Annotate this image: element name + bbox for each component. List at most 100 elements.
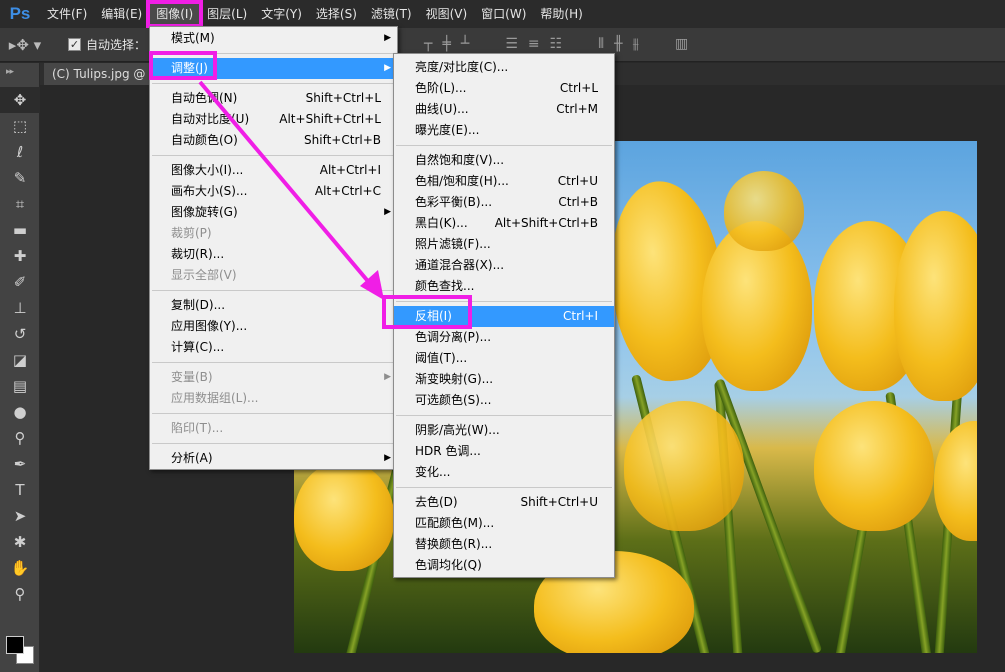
gradient-tool-icon[interactable]: ▤ bbox=[0, 373, 40, 399]
distribute-left-icon[interactable]: ⫴ bbox=[598, 36, 604, 52]
shape-tool-icon[interactable]: ✱ bbox=[0, 529, 40, 555]
menu-item-auto-tone[interactable]: 自动色调(N) Shift+Ctrl+L bbox=[150, 88, 397, 109]
annotation-box-adjustments bbox=[149, 51, 217, 80]
menu-item-vibrance[interactable]: 自然饱和度(V)... bbox=[394, 150, 614, 171]
menu-separator bbox=[152, 155, 395, 156]
menu-item-channel-mixer[interactable]: 通道混合器(X)... bbox=[394, 255, 614, 276]
menu-file[interactable]: 文件(F) bbox=[40, 3, 94, 25]
document-tab[interactable]: (C) Tulips.jpg @ 6 bbox=[44, 63, 154, 85]
move-tool-preset-icon[interactable]: ▸✥ ▾ bbox=[0, 36, 50, 54]
quick-select-tool-icon[interactable]: ✎ bbox=[0, 165, 40, 191]
menu-select[interactable]: 选择(S) bbox=[309, 3, 364, 25]
submenu-arrow-icon: ▶ bbox=[384, 33, 391, 43]
menu-item-color-lookup[interactable]: 颜色查找... bbox=[394, 276, 614, 297]
menu-separator bbox=[396, 415, 612, 416]
menu-item-hue-saturation[interactable]: 色相/饱和度(H)... Ctrl+U bbox=[394, 171, 614, 192]
menu-edit[interactable]: 编辑(E) bbox=[94, 3, 149, 25]
menu-item-analysis[interactable]: 分析(A) ▶ bbox=[150, 448, 397, 469]
menu-item-hdr-toning[interactable]: HDR 色调... bbox=[394, 441, 614, 462]
menu-filter[interactable]: 滤镜(T) bbox=[364, 3, 419, 25]
tulip-flower bbox=[624, 401, 744, 531]
tulip-flower bbox=[814, 401, 934, 531]
tulip-flower bbox=[724, 171, 804, 251]
distribute-hcenter-icon[interactable]: ╫ bbox=[614, 36, 622, 52]
menu-item-mode[interactable]: 模式(M) ▶ bbox=[150, 28, 397, 49]
annotation-box-invert bbox=[382, 295, 472, 329]
menu-item-selective-color[interactable]: 可选颜色(S)... bbox=[394, 390, 614, 411]
distribute-right-icon[interactable]: ⫵ bbox=[633, 36, 639, 52]
menu-item-auto-color[interactable]: 自动颜色(O) Shift+Ctrl+B bbox=[150, 130, 397, 151]
distribute-top-icon[interactable]: ☰ bbox=[505, 36, 518, 52]
hand-tool-icon[interactable]: ✋ bbox=[0, 555, 40, 581]
menu-window[interactable]: 窗口(W) bbox=[474, 3, 533, 25]
menu-help[interactable]: 帮助(H) bbox=[533, 3, 589, 25]
photoshop-logo: Ps bbox=[9, 4, 31, 23]
menu-item-equalize[interactable]: 色调均化(Q) bbox=[394, 555, 614, 576]
history-brush-icon[interactable]: ↺ bbox=[0, 321, 40, 347]
crop-tool-icon[interactable]: ⌗ bbox=[0, 191, 40, 217]
align-vcenter-icon[interactable]: ╪ bbox=[442, 36, 450, 52]
menu-item-auto-contrast[interactable]: 自动对比度(U) Alt+Shift+Ctrl+L bbox=[150, 109, 397, 130]
distribute-bottom-icon[interactable]: ☷ bbox=[550, 36, 563, 52]
move-tool-icon[interactable]: ✥ bbox=[0, 87, 40, 113]
menu-item-posterize[interactable]: 色调分离(P)... bbox=[394, 327, 614, 348]
pen-tool-icon[interactable]: ✒ bbox=[0, 451, 40, 477]
zoom-tool-icon[interactable]: ⚲ bbox=[0, 581, 40, 607]
menu-item-duplicate[interactable]: 复制(D)... bbox=[150, 295, 397, 316]
menu-item-threshold[interactable]: 阈值(T)... bbox=[394, 348, 614, 369]
ruler-tool-icon[interactable]: ▬ bbox=[0, 217, 40, 243]
align-top-icon[interactable]: ┬ bbox=[424, 36, 432, 52]
menu-item-color-balance[interactable]: 色彩平衡(B)... Ctrl+B bbox=[394, 192, 614, 213]
foreground-color-swatch[interactable] bbox=[6, 636, 24, 654]
submenu-arrow-icon: ▶ bbox=[384, 207, 391, 217]
menu-item-desaturate[interactable]: 去色(D) Shift+Ctrl+U bbox=[394, 492, 614, 513]
path-select-tool-icon[interactable]: ➤ bbox=[0, 503, 40, 529]
tulip-flower bbox=[294, 461, 394, 571]
menu-item-trim[interactable]: 裁切(R)... bbox=[150, 244, 397, 265]
menu-layer[interactable]: 图层(L) bbox=[200, 3, 254, 25]
menu-separator bbox=[152, 443, 395, 444]
image-menu: 模式(M) ▶ 调整(J) ▶ 自动色调(N) Shift+Ctrl+L 自动对比度(… bbox=[149, 26, 398, 470]
menu-image[interactable]: 图像(I) bbox=[146, 0, 204, 28]
menu-item-levels[interactable]: 色阶(L)... Ctrl+L bbox=[394, 78, 614, 99]
menu-item-variations[interactable]: 变化... bbox=[394, 462, 614, 483]
align-bottom-icon[interactable]: ┴ bbox=[461, 36, 469, 52]
menu-item-exposure[interactable]: 曝光度(E)... bbox=[394, 120, 614, 141]
menu-item-apply-data-set: 应用数据组(L)... bbox=[171, 391, 259, 405]
submenu-arrow-icon: ▶ bbox=[384, 372, 391, 382]
menu-item-black-white[interactable]: 黑白(K)... Alt+Shift+Ctrl+B bbox=[394, 213, 614, 234]
menu-item-brightness-contrast[interactable]: 亮度/对比度(C)... bbox=[394, 57, 614, 78]
stamp-tool-icon[interactable]: ⊥ bbox=[0, 295, 40, 321]
menu-item-image-size[interactable]: 图像大小(I)... Alt+Ctrl+I bbox=[150, 160, 397, 181]
dodge-tool-icon[interactable]: ⚲ bbox=[0, 425, 40, 451]
menu-type[interactable]: 文字(Y) bbox=[254, 3, 309, 25]
distribute-vcenter-icon[interactable]: ≡ bbox=[528, 36, 540, 52]
menu-item-trap: 陷印(T)... bbox=[171, 421, 224, 435]
menu-item-gradient-map[interactable]: 渐变映射(G)... bbox=[394, 369, 614, 390]
menu-item-canvas-size[interactable]: 画布大小(S)... Alt+Ctrl+C bbox=[150, 181, 397, 202]
eraser-tool-icon[interactable]: ◪ bbox=[0, 347, 40, 373]
menu-item-apply-image[interactable]: 应用图像(Y)... bbox=[150, 316, 397, 337]
auto-align-icon[interactable]: ▥ bbox=[675, 36, 688, 52]
blur-tool-icon[interactable]: ● bbox=[0, 399, 40, 425]
menu-view[interactable]: 视图(V) bbox=[419, 3, 475, 25]
menu-item-photo-filter[interactable]: 照片滤镜(F)... bbox=[394, 234, 614, 255]
menu-separator bbox=[152, 362, 395, 363]
menu-item-replace-color[interactable]: 替换颜色(R)... bbox=[394, 534, 614, 555]
color-swatches[interactable] bbox=[3, 636, 37, 670]
menu-item-image-rotation[interactable]: 图像旋转(G) ▶ bbox=[150, 202, 397, 223]
toolbox-collapse-icon[interactable]: ▸▸ bbox=[0, 63, 39, 87]
brush-tool-icon[interactable]: ✐ bbox=[0, 269, 40, 295]
menu-item-reveal-all: 显示全部(V) bbox=[171, 268, 237, 282]
healing-brush-icon[interactable]: ✚ bbox=[0, 243, 40, 269]
align-distribute-icons: ┬ ╪ ┴ ☰ ≡ ☷ ⫴ ╫ ⫵ ▥ bbox=[424, 36, 688, 52]
auto-select-checkbox[interactable]: ✓ bbox=[68, 38, 81, 51]
lasso-tool-icon[interactable]: ℓ bbox=[0, 139, 40, 165]
menu-item-match-color[interactable]: 匹配颜色(M)... bbox=[394, 513, 614, 534]
type-tool-icon[interactable]: T bbox=[0, 477, 40, 503]
menu-item-crop: 裁剪(P) bbox=[171, 226, 212, 240]
menu-item-shadows-highlights[interactable]: 阴影/高光(W)... bbox=[394, 420, 614, 441]
menu-item-calculations[interactable]: 计算(C)... bbox=[150, 337, 397, 358]
menu-item-curves[interactable]: 曲线(U)... Ctrl+M bbox=[394, 99, 614, 120]
marquee-tool-icon[interactable]: ⬚ bbox=[0, 113, 40, 139]
